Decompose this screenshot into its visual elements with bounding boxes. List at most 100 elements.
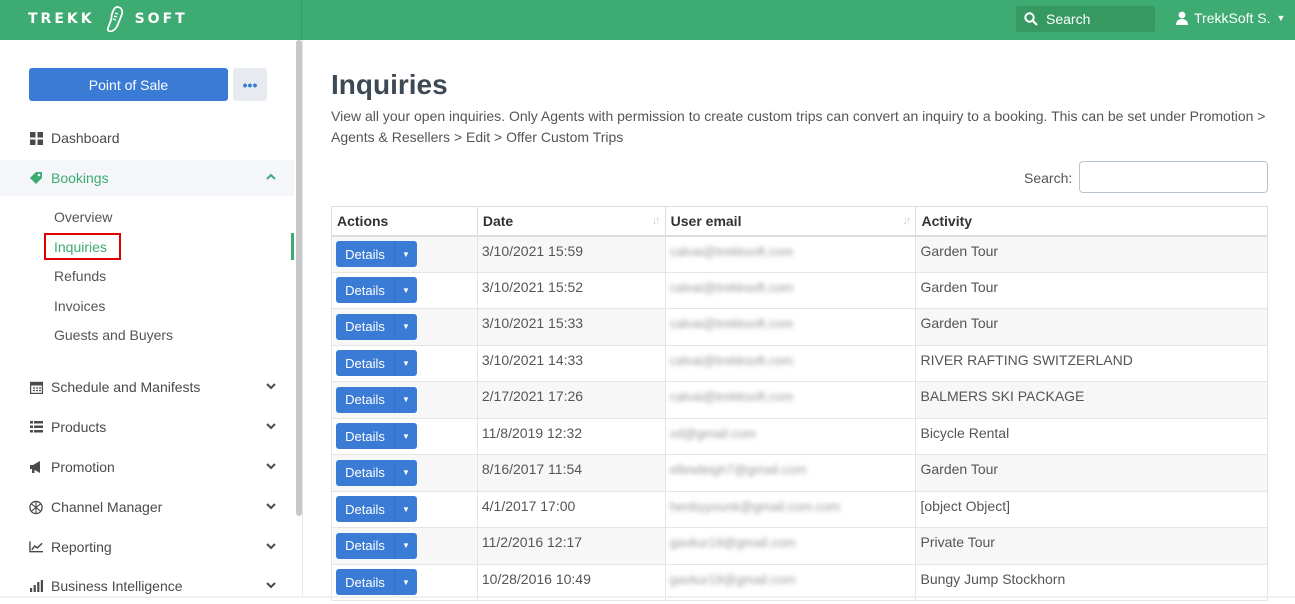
page-description: View all your open inquiries. Only Agent… (331, 108, 1266, 145)
sidebar-item-schedule-and-manifests[interactable]: Schedule and Manifests (0, 369, 294, 405)
sub-item-guests-and-buyers[interactable]: Guests and Buyers (54, 327, 173, 343)
page-title: Inquiries (331, 69, 448, 100)
blurred-email: gavkur19@gmail.com (669, 571, 796, 587)
caret-down-icon[interactable]: ▼ (395, 241, 417, 267)
caret-down-icon[interactable]: ▼ (395, 496, 417, 522)
caret-down-icon[interactable]: ▼ (395, 277, 417, 303)
date-cell: 11/2/2016 12:17 (476, 527, 666, 565)
chevron-up-icon (266, 173, 276, 180)
actions-cell: Details ▼ (331, 454, 478, 492)
column-header-label: Activity (921, 212, 973, 229)
details-button[interactable]: Details ▼ (336, 386, 417, 413)
details-button[interactable]: Details ▼ (336, 459, 417, 486)
caret-down-icon[interactable]: ▼ (395, 569, 417, 595)
actions-cell: Details ▼ (331, 490, 478, 528)
blurred-email: calvai@trekksoft.com (669, 243, 794, 259)
activity-cell: Bicycle Rental (915, 417, 1268, 455)
logo-text-left: TREKK (28, 11, 95, 27)
user-menu[interactable]: TrekkSoft S. ▼ (1176, 10, 1285, 26)
actions-cell: Details ▼ (331, 308, 478, 346)
trekksoft-logo[interactable]: TREKK SOFT (28, 6, 188, 33)
activity-cell: RIVER RAFTING SWITZERLAND (915, 344, 1268, 382)
sidebar-scrollbar[interactable] (296, 40, 302, 516)
date-cell: 3/10/2021 15:52 (476, 271, 666, 309)
details-button[interactable]: Details ▼ (336, 350, 417, 377)
caret-down-icon: ▼ (1276, 13, 1286, 23)
details-button[interactable]: Details ▼ (336, 313, 417, 340)
caret-down-icon[interactable]: ▼ (395, 387, 417, 413)
details-button[interactable]: Details ▼ (336, 532, 417, 559)
sidebar-item-promotion[interactable]: Promotion (0, 449, 294, 485)
calendar-icon (29, 380, 43, 394)
dashboard-icon (29, 131, 43, 145)
active-indicator (291, 233, 294, 260)
more-options-button[interactable]: ••• (233, 68, 267, 101)
sidebar-item-label: Promotion (51, 459, 115, 475)
tag-icon (29, 171, 43, 185)
table-search-input[interactable] (1079, 161, 1268, 193)
globe-icon (29, 500, 43, 514)
column-header-user-email[interactable]: User email ↓↑ (664, 206, 917, 237)
details-button[interactable]: Details ▼ (336, 277, 417, 304)
activity-cell: Garden Tour (915, 308, 1268, 346)
details-button[interactable]: Details ▼ (336, 569, 417, 596)
details-button[interactable]: Details ▼ (336, 423, 417, 450)
sidebar-item-products[interactable]: Products (0, 409, 294, 445)
caret-down-icon[interactable]: ▼ (395, 533, 417, 559)
date-cell: 2/17/2021 17:26 (476, 381, 666, 419)
date-cell: 3/10/2021 15:59 (476, 235, 666, 273)
caret-down-icon[interactable]: ▼ (395, 350, 417, 376)
activity-cell: Private Tour (915, 527, 1268, 565)
table-row: Details ▼ 11/8/2019 12:32 xd@gmail.com Bicyc… (331, 417, 1268, 455)
header-search-label: Search (1046, 11, 1091, 27)
sidebar-item-label: Channel Manager (51, 499, 163, 515)
sidebar-item-bookings[interactable]: Bookings (0, 160, 294, 196)
shoe-icon (103, 6, 125, 33)
sub-item-invoices[interactable]: Invoices (54, 298, 105, 314)
caret-down-icon[interactable]: ▼ (395, 314, 417, 340)
sidebar-item-channel-manager[interactable]: Channel Manager (0, 489, 294, 525)
table-row: Details ▼ 2/17/2021 17:26 calvai@trekksoft.… (331, 381, 1268, 419)
column-header-date[interactable]: Date ↓↑ (476, 206, 666, 237)
blurred-email: calvai@trekksoft.com (669, 352, 794, 368)
email-cell: calvai@trekksoft.com (664, 344, 917, 382)
activity-cell: Garden Tour (915, 454, 1268, 492)
email-cell: calvai@trekksoft.com (664, 381, 917, 419)
table-row: Details ▼ 3/10/2021 15:52 calvai@trekksoft.… (331, 271, 1268, 309)
email-cell: calvai@trekksoft.com (664, 271, 917, 309)
header-search-box[interactable]: Search (1016, 6, 1155, 32)
blurred-email: calvai@trekksoft.com (669, 389, 794, 404)
email-cell: gavkur19@gmail.com (664, 527, 917, 565)
bar-chart-icon (29, 579, 43, 593)
table-row: Details ▼ 3/10/2021 15:33 calvai@trekksoft.… (331, 308, 1268, 346)
table-row: Details ▼ 3/10/2021 14:33 calvai@trekksoft.… (331, 344, 1268, 382)
sub-item-overview[interactable]: Overview (54, 209, 112, 225)
table-row: Details ▼ 4/1/2017 17:00 henbyyounk@gmail.c… (331, 490, 1268, 528)
chevron-down-icon (266, 423, 276, 430)
caret-down-icon[interactable]: ▼ (395, 460, 417, 486)
table-row: Details ▼ 8/16/2017 11:54 ellewleigh7@gmail… (331, 454, 1268, 492)
table-row: Details ▼ 3/10/2021 15:59 calvai@trekksoft.… (331, 235, 1268, 273)
column-header-label: Actions (337, 212, 389, 229)
email-cell: calvai@trekksoft.com (664, 235, 917, 273)
column-header-label: Date (482, 212, 514, 229)
details-button[interactable]: Details ▼ (336, 241, 417, 267)
caret-down-icon[interactable]: ▼ (395, 423, 417, 449)
sidebar-item-business-intelligence[interactable]: Business Intelligence (0, 568, 294, 604)
details-button-label: Details (336, 423, 395, 450)
details-button[interactable]: Details ▼ (336, 496, 417, 523)
actions-cell: Details ▼ (331, 381, 478, 419)
column-header-actions: Actions (331, 206, 478, 237)
table-body: Details ▼ 3/10/2021 15:59 calvai@trekksoft.… (331, 235, 1268, 601)
sidebar-item-dashboard[interactable]: Dashboard (0, 120, 294, 156)
sidebar-item-reporting[interactable]: Reporting (0, 529, 294, 565)
line-chart-icon (29, 540, 43, 554)
point-of-sale-button[interactable]: Point of Sale (29, 68, 228, 101)
actions-cell: Details ▼ (331, 417, 478, 455)
sub-item-refunds[interactable]: Refunds (54, 268, 106, 284)
sidebar-item-label: Products (51, 419, 107, 435)
email-cell: ellewleigh7@gmail.com (664, 454, 917, 492)
list-icon (29, 420, 43, 434)
details-button-label: Details (336, 277, 395, 304)
email-cell: xd@gmail.com (664, 417, 917, 455)
